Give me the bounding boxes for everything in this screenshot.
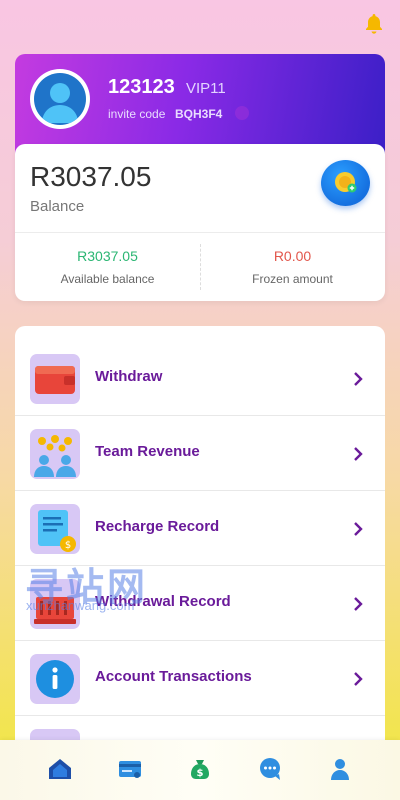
divider <box>15 232 385 233</box>
vip-level: VIP11 <box>186 80 226 97</box>
balance-amount: R3037.05 <box>30 161 152 192</box>
chat-icon[interactable] <box>257 756 283 782</box>
receipt-icon: $ <box>30 504 80 554</box>
available-balance-label: Available balance <box>60 272 155 286</box>
menu-item-team-revenue[interactable]: Team Revenue <box>15 416 385 491</box>
menu-item-label: Recharge Record <box>95 518 220 535</box>
watermark-url: xunzhanwang.com <box>26 598 135 613</box>
money-bag-icon[interactable]: $ <box>187 756 213 782</box>
chevron-right-icon <box>354 372 363 386</box>
menu-item-recharge-record[interactable]: $ Recharge Record <box>15 491 385 566</box>
wallet-icon <box>30 354 80 404</box>
copy-icon[interactable] <box>233 104 251 122</box>
chevron-right-icon <box>354 597 363 611</box>
balance-card: R3037.05 Balance R3037.05 Available bala… <box>15 144 385 301</box>
chevron-right-icon <box>354 672 363 686</box>
profile-icon[interactable] <box>327 756 353 782</box>
user-icon <box>42 83 78 123</box>
team-icon <box>30 429 80 479</box>
svg-text:$: $ <box>197 768 204 779</box>
menu-item-withdraw[interactable]: Withdraw <box>15 341 385 416</box>
invite-code-label: invite code <box>108 107 166 121</box>
recharge-button[interactable] <box>321 160 370 206</box>
bell-icon[interactable] <box>362 12 386 36</box>
available-balance-value: R3037.05 <box>77 248 138 264</box>
chevron-right-icon <box>354 522 363 536</box>
frozen-amount-label: Frozen amount <box>252 272 333 286</box>
menu-item-label: Withdraw <box>95 368 163 385</box>
home-icon[interactable] <box>47 756 73 782</box>
invite-code-value: BQH3F4 <box>175 107 223 121</box>
menu-item-account-transactions[interactable]: Account Transactions <box>15 641 385 716</box>
menu-item-label: Account Transactions <box>95 668 252 685</box>
username: 123123 <box>108 76 175 98</box>
bottom-nav: $ <box>0 740 400 800</box>
menu-item-label: Team Revenue <box>95 443 200 460</box>
info-icon <box>30 654 80 704</box>
avatar[interactable] <box>30 69 90 129</box>
svg-text:$: $ <box>65 540 71 551</box>
chevron-right-icon <box>354 447 363 461</box>
coin-icon <box>335 172 357 193</box>
card-icon[interactable] <box>117 756 143 782</box>
frozen-amount-value: R0.00 <box>273 248 312 264</box>
balance-label: Balance <box>30 198 85 215</box>
